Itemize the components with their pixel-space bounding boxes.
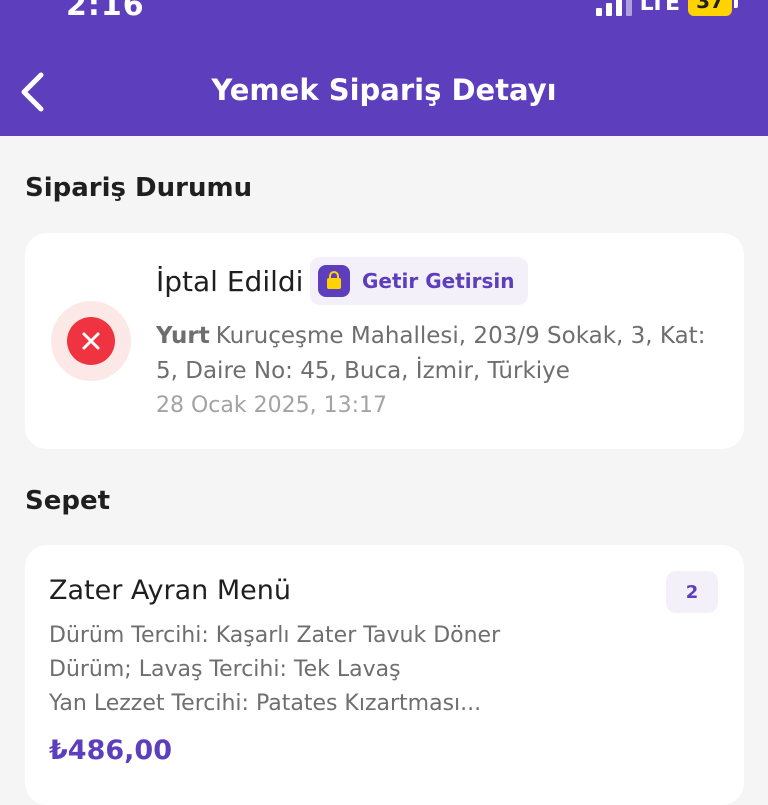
brand-badge: Getir Getirsin — [310, 257, 529, 305]
battery-cap — [734, 0, 738, 8]
quantity-badge: 2 — [666, 571, 718, 613]
status-indicators: LTE 37 — [595, 0, 738, 16]
option-line: Dürüm; Lavaş Tercihi: Tek Lavaş — [49, 657, 401, 682]
signal-icon — [595, 0, 632, 16]
option-line: Dürüm Tercihi: Kaşarlı Zater Tavuk Döner — [49, 623, 501, 648]
cancel-status-icon-wrap — [51, 301, 131, 381]
cancel-icon — [67, 317, 115, 365]
order-status-text: İptal Edildi — [156, 265, 304, 298]
delivery-address: Yurt Kuruçeşme Mahallesi, 203/9 Sokak, 3,… — [156, 319, 716, 389]
order-date: 28 Ocak 2025, 13:17 — [156, 393, 387, 418]
basket-card: Zater Ayran Menü 2 Dürüm Tercihi: Kaşarl… — [25, 545, 744, 805]
order-status-heading: Sipariş Durumu — [25, 173, 253, 203]
address-text: Kuruçeşme Mahallesi, 203/9 Sokak, 3, Kat… — [156, 323, 706, 384]
basket-heading: Sepet — [25, 486, 111, 516]
page-title: Yemek Sipariş Detayı — [211, 73, 557, 107]
product-price: ₺486,00 — [49, 735, 172, 766]
battery-icon: 37 — [688, 0, 732, 16]
app-header: 2:16 LTE 37 Yemek Sipariş Detayı — [0, 0, 768, 136]
option-line: Yan Lezzet Tercihi: Patates Kızartması..… — [49, 691, 482, 716]
address-label: Yurt — [156, 323, 210, 349]
order-status-card: İptal Edildi Getir Getirsin Yurt Kuruçeşm… — [25, 233, 744, 449]
network-type: LTE — [639, 0, 680, 16]
product-options: Dürüm Tercihi: Kaşarlı Zater Tavuk Döner… — [49, 619, 689, 721]
status-time: 2:16 — [66, 0, 145, 23]
brand-name: Getir Getirsin — [362, 269, 515, 293]
product-name: Zater Ayran Menü — [49, 575, 292, 606]
shopping-bag-icon — [318, 265, 350, 297]
close-icon — [82, 332, 100, 350]
